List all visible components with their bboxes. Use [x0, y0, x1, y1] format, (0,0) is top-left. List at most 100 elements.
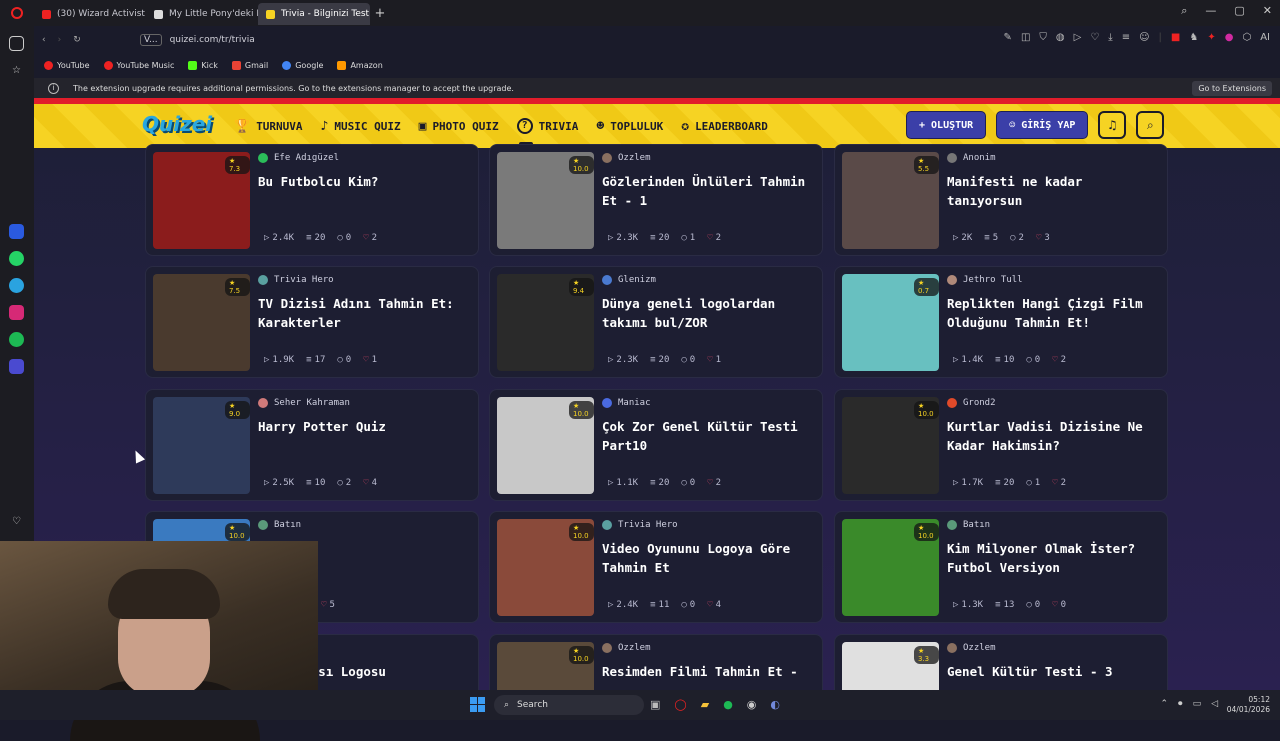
quiz-title[interactable]: Replikten Hangi Çizgi Film Olduğunu Tahm…: [947, 294, 1161, 332]
quiz-thumbnail[interactable]: ★ 10.0: [497, 642, 594, 690]
messenger-icon[interactable]: [9, 224, 24, 239]
quiz-card[interactable]: ★ 10.0 Maniac Çok Zor Genel Kültür Testi P…: [489, 389, 823, 501]
extension-icon[interactable]: ●: [1225, 32, 1234, 43]
extension-icon[interactable]: ♞: [1189, 32, 1198, 43]
quiz-author[interactable]: Batın: [947, 520, 990, 530]
quiz-thumbnail[interactable]: ★ 9.4: [497, 274, 594, 371]
menu-item-photo-quiz[interactable]: ▣ PHOTO QUIZ: [419, 119, 499, 134]
new-tab-button[interactable]: +: [370, 6, 390, 21]
star-icon[interactable]: ☆: [9, 63, 24, 78]
quiz-thumbnail[interactable]: ★ 7.3: [153, 152, 250, 249]
quiz-thumbnail[interactable]: ★ 0.7: [842, 274, 939, 371]
bookmark-gmail[interactable]: Gmail: [231, 60, 268, 70]
url-field[interactable]: V... quizei.com/tr/trivia: [140, 30, 700, 50]
home-icon[interactable]: [9, 36, 24, 51]
menu-icon[interactable]: ≡: [1122, 32, 1130, 43]
taskbar-search[interactable]: ⌕ Search: [494, 695, 644, 715]
edit-icon[interactable]: ✎: [1004, 32, 1012, 43]
quiz-thumbnail[interactable]: ★ 9.0: [153, 397, 250, 494]
quiz-author[interactable]: Batın: [258, 520, 301, 530]
quiz-card[interactable]: ★ 5.5 Anonim Manifesti ne kadar tanıyorsun…: [834, 144, 1168, 256]
taskview-icon[interactable]: ▣: [650, 698, 660, 711]
vpn-icon[interactable]: ◍: [1056, 32, 1065, 43]
menu-item-music-quiz[interactable]: ♪ MUSIC QUIZ: [321, 119, 401, 134]
quiz-author[interactable]: Efe Adıgüzel: [258, 153, 339, 163]
bookmark-youtube-music[interactable]: YouTube Music: [103, 60, 174, 70]
login-button[interactable]: ☺ GİRİŞ YAP: [996, 111, 1089, 139]
clock[interactable]: 05:12 04/01/2026: [1227, 695, 1270, 715]
quiz-thumbnail[interactable]: ★ 10.0: [842, 397, 939, 494]
create-button[interactable]: + OLUŞTUR: [906, 111, 987, 139]
quiz-author[interactable]: Seher Kahraman: [258, 398, 350, 408]
bookmark-amazon[interactable]: Amazon: [337, 60, 383, 70]
bookmark-youtube[interactable]: YouTube: [44, 60, 90, 70]
notifications-button[interactable]: ♫: [1098, 111, 1127, 139]
menu-item-trivia[interactable]: ? TRIVIA: [516, 118, 578, 146]
favorite-icon[interactable]: ♡: [1090, 32, 1099, 43]
mic-icon[interactable]: ⏺: [1178, 699, 1183, 709]
quiz-thumbnail[interactable]: ★ 5.5: [842, 152, 939, 249]
go-to-extensions-button[interactable]: Go to Extensions: [1192, 81, 1272, 96]
quiz-title[interactable]: Çok Zor Genel Kültür Testi Part10: [602, 417, 816, 455]
quiz-author[interactable]: Trivia Hero: [258, 275, 334, 285]
discord-icon[interactable]: ◐: [770, 698, 780, 711]
quiz-author[interactable]: Ozzlem: [602, 643, 651, 653]
extension-icon[interactable]: ✦: [1207, 32, 1215, 43]
extension-icon[interactable]: ⬡: [1242, 32, 1251, 43]
search-tabs-icon[interactable]: ⌕: [1181, 4, 1187, 18]
telegram-icon[interactable]: [9, 278, 24, 293]
extension-icon[interactable]: ■: [1171, 32, 1180, 43]
quiz-card[interactable]: ★ 0.7 Jethro Tull Replikten Hangi Çizgi Fi…: [834, 266, 1168, 378]
quiz-author[interactable]: Glenizm: [602, 275, 656, 285]
folder-icon[interactable]: ▰: [701, 698, 709, 711]
quiz-card[interactable]: ★ 9.0 Seher Kahraman Harry Potter Quiz ▷ 2.5…: [145, 389, 479, 501]
quiz-thumbnail[interactable]: ★ 7.5: [153, 274, 250, 371]
profile-icon[interactable]: ☺: [1139, 32, 1149, 43]
play-icon[interactable]: ▷: [1074, 32, 1082, 43]
quiz-thumbnail[interactable]: ★ 10.0: [842, 519, 939, 616]
quiz-author[interactable]: Maniac: [602, 398, 651, 408]
chevron-up-icon[interactable]: ⌃: [1161, 699, 1169, 709]
quiz-title[interactable]: Genel Kültür Testi - 3: [947, 662, 1161, 681]
menu-item-topluluk[interactable]: ☻ TOPLULUK: [596, 119, 663, 134]
quiz-thumbnail[interactable]: ★ 10.0: [497, 397, 594, 494]
tab-1[interactable]: My Little Pony'deki Hangi K×: [146, 3, 258, 25]
network-icon[interactable]: ▭: [1193, 699, 1202, 709]
quiz-title[interactable]: TV Dizisi Adını Tahmin Et: Karakterler: [258, 294, 472, 332]
quiz-title[interactable]: Gözlerinden Ünlüleri Tahmin Et - 1: [602, 172, 816, 210]
tab-0[interactable]: (30) Wizard Activist Goes T×: [34, 3, 146, 25]
bookmark-google[interactable]: Google: [282, 60, 323, 70]
quiz-author[interactable]: Grond2: [947, 398, 996, 408]
heart-icon[interactable]: ♡: [9, 514, 24, 529]
quiz-card[interactable]: ★ 7.3 Efe Adıgüzel Bu Futbolcu Kim? ▷ 2.4K ≡ 2…: [145, 144, 479, 256]
quiz-title[interactable]: Resimden Filmi Tahmin Et -: [602, 662, 816, 681]
quiz-card[interactable]: ★ 10.0 Ozzlem Resimden Filmi Tahmin Et -: [489, 634, 823, 690]
site-info-badge[interactable]: V...: [140, 34, 162, 46]
player-icon[interactable]: [9, 359, 24, 374]
opera-icon[interactable]: ◯: [674, 698, 686, 711]
spotify-icon[interactable]: ●: [723, 698, 733, 711]
quiz-card[interactable]: ★ 10.0 Ozzlem Gözlerinden Ünlüleri Tahmin …: [489, 144, 823, 256]
spotify-icon[interactable]: [9, 332, 24, 347]
minimize-icon[interactable]: —: [1205, 4, 1216, 18]
site-logo[interactable]: Quizei: [142, 112, 212, 136]
quiz-card[interactable]: ★ 9.4 Glenizm Dünya geneli logolardan takı…: [489, 266, 823, 378]
shield-icon[interactable]: ⛉: [1039, 32, 1047, 43]
quiz-title[interactable]: Harry Potter Quiz: [258, 417, 472, 436]
menu-item-turnuva[interactable]: 🏆 TURNUVA: [234, 119, 303, 134]
quiz-card[interactable]: ★ 3.3 Ozzlem Genel Kültür Testi - 3: [834, 634, 1168, 690]
quiz-author[interactable]: Ozzlem: [602, 153, 651, 163]
quiz-author[interactable]: Anonim: [947, 153, 996, 163]
windows-start-icon[interactable]: [470, 697, 485, 712]
quiz-thumbnail[interactable]: ★ 3.3: [842, 642, 939, 690]
quiz-card[interactable]: ★ 10.0 Grond2 Kurtlar Vadisi Dizisine Ne K…: [834, 389, 1168, 501]
quiz-card[interactable]: ★ 7.5 Trivia Hero TV Dizisi Adını Tahmin E…: [145, 266, 479, 378]
quiz-thumbnail[interactable]: ★ 10.0: [497, 152, 594, 249]
download-icon[interactable]: ⤓: [1108, 32, 1112, 43]
steam-icon[interactable]: ◉: [747, 698, 757, 711]
whatsapp-icon[interactable]: [9, 251, 24, 266]
back-icon[interactable]: ‹: [42, 35, 46, 45]
quiz-title[interactable]: Kim Milyoner Olmak İster? Futbol Versiyo…: [947, 539, 1161, 577]
maximize-icon[interactable]: ▢: [1234, 4, 1244, 18]
quiz-card[interactable]: ★ 10.0 Trivia Hero Video Oyununu Logoya Gö…: [489, 511, 823, 623]
